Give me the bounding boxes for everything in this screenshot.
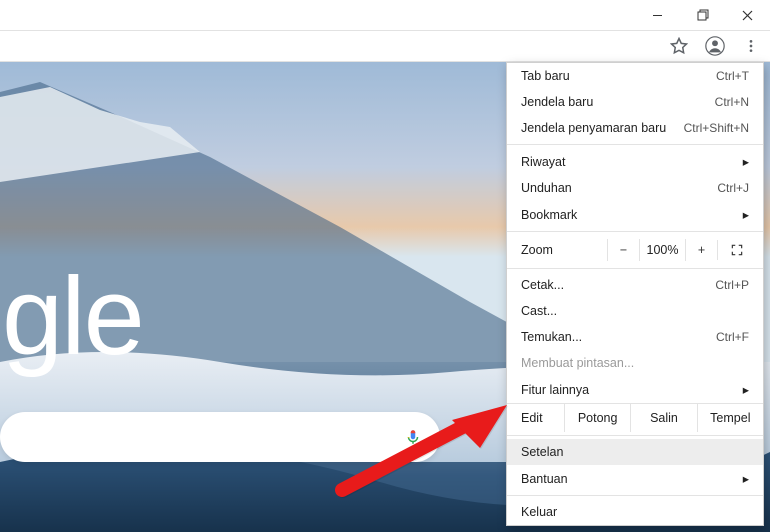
submenu-chevron-icon: ▸ xyxy=(743,471,749,486)
menu-label: Unduhan xyxy=(521,181,572,195)
menu-label: Bantuan xyxy=(521,472,568,486)
zoom-value: 100% xyxy=(639,239,685,261)
annotation-arrow-icon xyxy=(332,400,512,505)
menu-item-edit-row: Edit Potong Salin Tempel xyxy=(507,403,763,432)
menu-item-more-tools[interactable]: Fitur lainnya ▸ xyxy=(507,376,763,403)
menu-label: Cast... xyxy=(521,304,557,318)
submenu-chevron-icon: ▸ xyxy=(743,382,749,397)
menu-label: Bookmark xyxy=(521,208,577,222)
menu-shortcut: Ctrl+J xyxy=(717,181,749,195)
profile-avatar-icon[interactable] xyxy=(702,33,728,59)
edit-paste-button[interactable]: Tempel xyxy=(698,404,763,432)
menu-label: Membuat pintasan... xyxy=(521,356,634,370)
chrome-overflow-menu: Tab baru Ctrl+T Jendela baru Ctrl+N Jend… xyxy=(506,62,764,526)
edit-copy-button[interactable]: Salin xyxy=(631,404,697,432)
menu-item-find[interactable]: Temukan... Ctrl+F xyxy=(507,324,763,350)
window-titlebar xyxy=(0,0,770,30)
menu-label: Keluar xyxy=(521,505,557,519)
menu-label: Setelan xyxy=(521,445,563,459)
menu-separator xyxy=(507,231,763,232)
edit-cut-button[interactable]: Potong xyxy=(565,404,631,432)
menu-item-settings[interactable]: Setelan xyxy=(507,439,763,465)
menu-label: Tab baru xyxy=(521,69,570,83)
menu-item-exit[interactable]: Keluar xyxy=(507,499,763,525)
menu-item-zoom: Zoom − 100% + xyxy=(507,235,763,265)
window-maximize-button[interactable] xyxy=(680,0,725,30)
menu-separator xyxy=(507,268,763,269)
menu-separator xyxy=(507,144,763,145)
menu-shortcut: Ctrl+N xyxy=(715,95,749,109)
menu-label: Cetak... xyxy=(521,278,564,292)
menu-shortcut: Ctrl+T xyxy=(716,69,749,83)
google-logo-fragment: gle xyxy=(2,262,143,372)
browser-toolbar xyxy=(0,30,770,62)
menu-item-new-tab[interactable]: Tab baru Ctrl+T xyxy=(507,63,763,89)
bookmark-star-icon[interactable] xyxy=(666,33,692,59)
menu-item-history[interactable]: Riwayat ▸ xyxy=(507,148,763,175)
menu-item-help[interactable]: Bantuan ▸ xyxy=(507,465,763,492)
menu-label: Jendela penyamaran baru xyxy=(521,121,666,135)
more-menu-icon[interactable] xyxy=(738,33,764,59)
window-close-button[interactable] xyxy=(725,0,770,30)
menu-item-create-shortcut: Membuat pintasan... xyxy=(507,350,763,376)
menu-label: Edit xyxy=(507,404,565,432)
menu-shortcut: Ctrl+Shift+N xyxy=(684,121,749,135)
zoom-out-button[interactable]: − xyxy=(607,239,639,261)
menu-label: Jendela baru xyxy=(521,95,593,109)
menu-item-cast[interactable]: Cast... xyxy=(507,298,763,324)
menu-item-downloads[interactable]: Unduhan Ctrl+J xyxy=(507,175,763,201)
menu-separator xyxy=(507,435,763,436)
menu-label: Fitur lainnya xyxy=(521,383,589,397)
menu-label: Riwayat xyxy=(521,155,565,169)
window-minimize-button[interactable] xyxy=(635,0,680,30)
menu-item-incognito[interactable]: Jendela penyamaran baru Ctrl+Shift+N xyxy=(507,115,763,141)
zoom-in-button[interactable]: + xyxy=(685,239,717,261)
fullscreen-button[interactable] xyxy=(717,240,755,260)
menu-label: Zoom xyxy=(521,243,607,257)
submenu-chevron-icon: ▸ xyxy=(743,154,749,169)
submenu-chevron-icon: ▸ xyxy=(743,207,749,222)
menu-item-new-window[interactable]: Jendela baru Ctrl+N xyxy=(507,89,763,115)
menu-item-print[interactable]: Cetak... Ctrl+P xyxy=(507,272,763,298)
menu-label: Temukan... xyxy=(521,330,582,344)
menu-separator xyxy=(507,495,763,496)
menu-shortcut: Ctrl+P xyxy=(715,278,749,292)
menu-shortcut: Ctrl+F xyxy=(716,330,749,344)
menu-item-bookmarks[interactable]: Bookmark ▸ xyxy=(507,201,763,228)
